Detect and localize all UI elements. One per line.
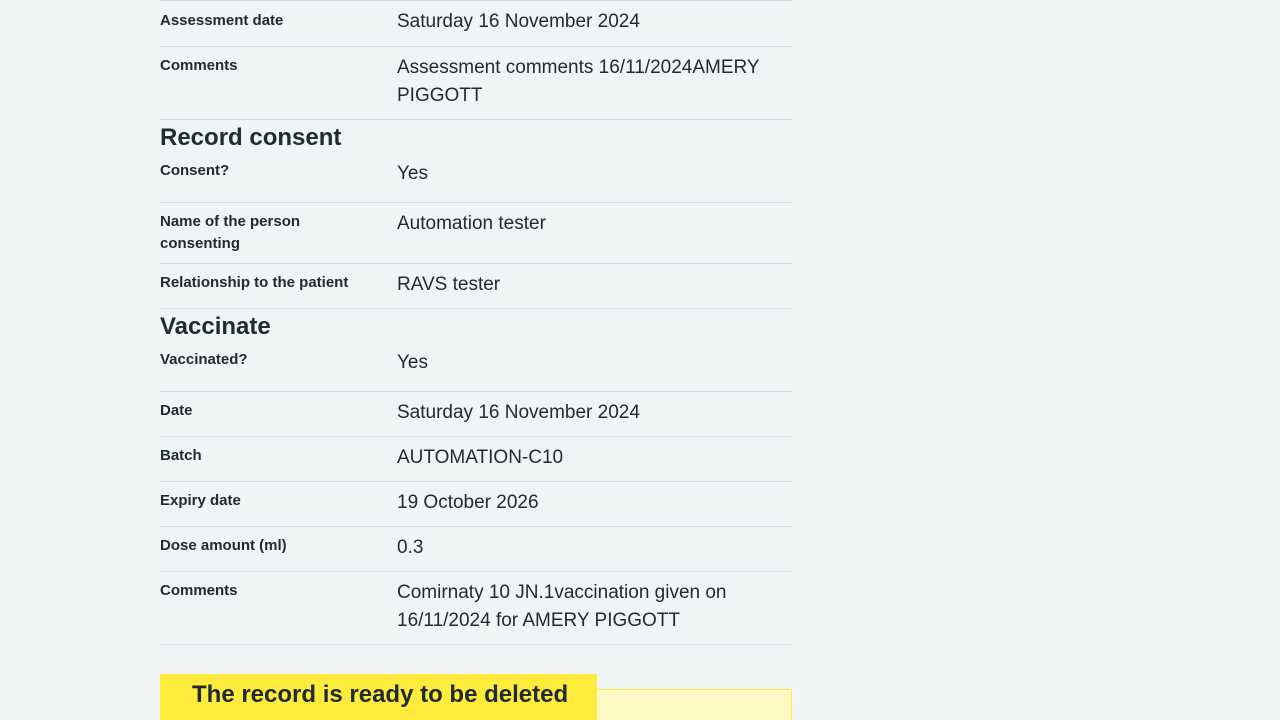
summary-value: Automation tester (397, 213, 546, 234)
summary-value: 19 October 2026 (397, 492, 539, 513)
section-heading-vaccinate: Vaccinate (160, 313, 271, 340)
summary-row-consenting-person: Name of the person consenting Automation… (160, 203, 792, 264)
summary-key: Expiry date (160, 492, 241, 509)
summary-value: Saturday 16 November 2024 (397, 11, 640, 32)
summary-value: Yes (397, 163, 428, 184)
page: Assessment date Saturday 16 November 202… (0, 0, 1280, 720)
vaccination-summary: Assessment date Saturday 16 November 202… (160, 0, 792, 645)
summary-key: Batch (160, 447, 202, 464)
warning-callout-label: The record is ready to be deleted (160, 674, 597, 720)
summary-value: Yes (397, 352, 428, 373)
summary-row-dose-amount: Dose amount (ml) 0.3 (160, 527, 792, 572)
summary-key: Date (160, 402, 193, 419)
summary-value: Saturday 16 November 2024 (397, 402, 640, 423)
summary-row-expiry-date: Expiry date 19 October 2026 (160, 482, 792, 527)
summary-row-relationship: Relationship to the patient RAVS tester (160, 264, 792, 309)
summary-value: Comirnaty 10 JN.1vaccination given on 16… (397, 582, 727, 631)
summary-row-consent: Consent? Yes (160, 156, 792, 203)
summary-key: Comments (160, 57, 238, 74)
summary-key: Relationship to the patient (160, 274, 349, 291)
summary-key: Comments (160, 582, 238, 599)
summary-key: Vaccinated? (160, 351, 248, 368)
summary-value: RAVS tester (397, 274, 501, 295)
summary-key: Dose amount (ml) (160, 537, 287, 554)
summary-key: Assessment date (160, 12, 284, 29)
summary-key: Consent? (160, 162, 230, 179)
summary-value: AUTOMATION-C10 (397, 447, 564, 468)
summary-row-assessment-date: Assessment date Saturday 16 November 202… (160, 0, 792, 47)
summary-row-vaccinated: Vaccinated? Yes (160, 345, 792, 392)
section-heading-record-consent: Record consent (160, 124, 342, 151)
summary-row-batch: Batch AUTOMATION-C10 (160, 437, 792, 482)
summary-row-date: Date Saturday 16 November 2024 (160, 392, 792, 437)
summary-value: 0.3 (397, 537, 424, 558)
summary-row-vaccination-comments: Comments Comirnaty 10 JN.1vaccination gi… (160, 572, 792, 645)
summary-key: Name of the person consenting (160, 213, 301, 252)
summary-value: Assessment comments 16/11/2024AMERY PIGG… (397, 57, 760, 106)
summary-row-assessment-comments: Comments Assessment comments 16/11/2024A… (160, 47, 792, 120)
